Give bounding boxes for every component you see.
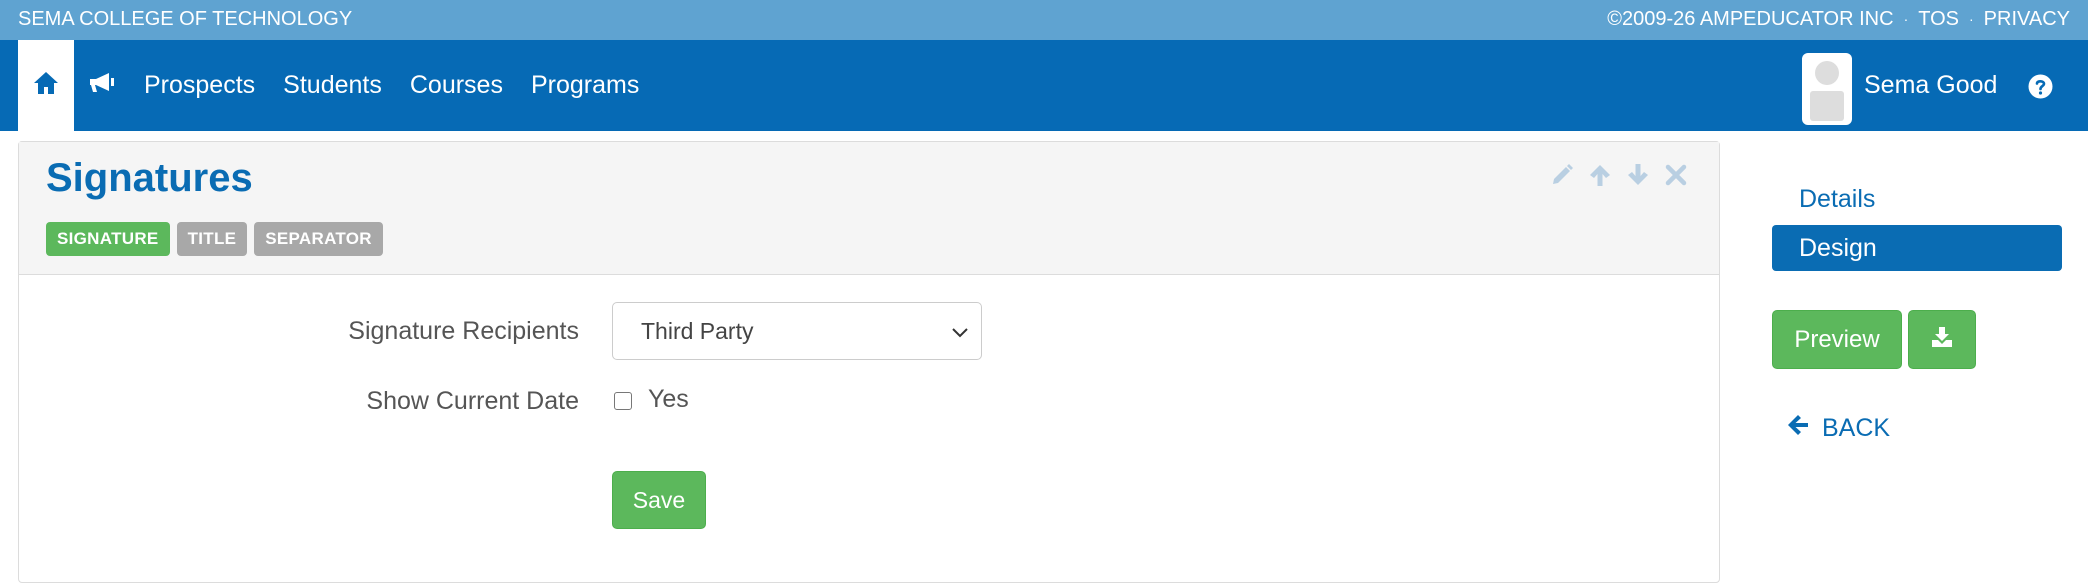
top-info-bar: SEMA COLLEGE OF TECHNOLOGY ©2009-26 AMPE… [0, 0, 2088, 40]
nav-links: Prospects Students Courses Programs [144, 40, 639, 131]
nav-link-programs[interactable]: Programs [531, 71, 639, 100]
signature-recipients-select[interactable]: Third Party [612, 302, 982, 360]
page-title: Signatures [46, 156, 253, 200]
sidebar-item-details[interactable]: Details [1772, 176, 2062, 222]
separator-dot: · [1969, 11, 1974, 27]
avatar-body [1810, 91, 1844, 121]
avatar[interactable] [1802, 53, 1852, 125]
show-current-date-option[interactable]: Yes [648, 385, 689, 414]
bullhorn-icon [87, 71, 117, 100]
nav-announcements-button[interactable] [82, 40, 122, 131]
footer-links: ©2009-26 AMPEDUCATOR INC · TOS · PRIVACY [1607, 0, 2070, 38]
signature-recipients-label: Signature Recipients [348, 317, 579, 345]
arrow-left-icon [1786, 413, 1810, 444]
nav-link-prospects[interactable]: Prospects [144, 71, 255, 100]
tos-link[interactable]: TOS [1918, 0, 1959, 38]
close-icon[interactable] [1663, 162, 1689, 188]
user-name[interactable]: Sema Good [1864, 40, 1997, 131]
signature-block-card: Signatures SIGNATURE TITLE SEPARATOR Sig… [18, 141, 1720, 583]
download-button[interactable] [1908, 310, 1976, 369]
show-current-date-checkbox[interactable] [614, 392, 632, 410]
school-name: SEMA COLLEGE OF TECHNOLOGY [18, 8, 353, 30]
question-circle-icon[interactable] [2028, 74, 2053, 99]
copyright-text: ©2009-26 AMPEDUCATOR INC [1607, 8, 1894, 30]
block-tools [1549, 162, 1689, 188]
download-icon [1930, 325, 1954, 354]
nav-link-students[interactable]: Students [283, 71, 382, 100]
back-link[interactable]: BACK [1786, 408, 1890, 448]
tag-separator[interactable]: SEPARATOR [254, 222, 383, 256]
back-label: BACK [1822, 413, 1891, 442]
avatar-head [1815, 61, 1839, 85]
chevron-down-icon [949, 321, 971, 343]
nav-link-courses[interactable]: Courses [410, 71, 503, 100]
preview-button[interactable]: Preview [1772, 310, 1902, 369]
card-header: Signatures SIGNATURE TITLE SEPARATOR [19, 142, 1719, 275]
save-button[interactable]: Save [612, 471, 706, 529]
tag-signature[interactable]: SIGNATURE [46, 222, 170, 256]
main-navbar: Prospects Students Courses Programs Sema… [0, 40, 2088, 131]
sidebar-item-design[interactable]: Design [1772, 225, 2062, 271]
pencil-icon[interactable] [1549, 162, 1575, 188]
block-type-tags: SIGNATURE TITLE SEPARATOR [46, 222, 383, 256]
arrow-down-icon[interactable] [1625, 162, 1651, 188]
separator-dot: · [1903, 11, 1909, 27]
home-icon [32, 70, 60, 101]
privacy-link[interactable]: PRIVACY [1984, 0, 2070, 38]
show-current-date-label: Show Current Date [366, 387, 579, 415]
tag-title[interactable]: TITLE [176, 222, 248, 256]
signature-recipients-value: Third Party [641, 318, 754, 344]
nav-home-button[interactable] [18, 40, 74, 131]
arrow-up-icon[interactable] [1587, 162, 1613, 188]
